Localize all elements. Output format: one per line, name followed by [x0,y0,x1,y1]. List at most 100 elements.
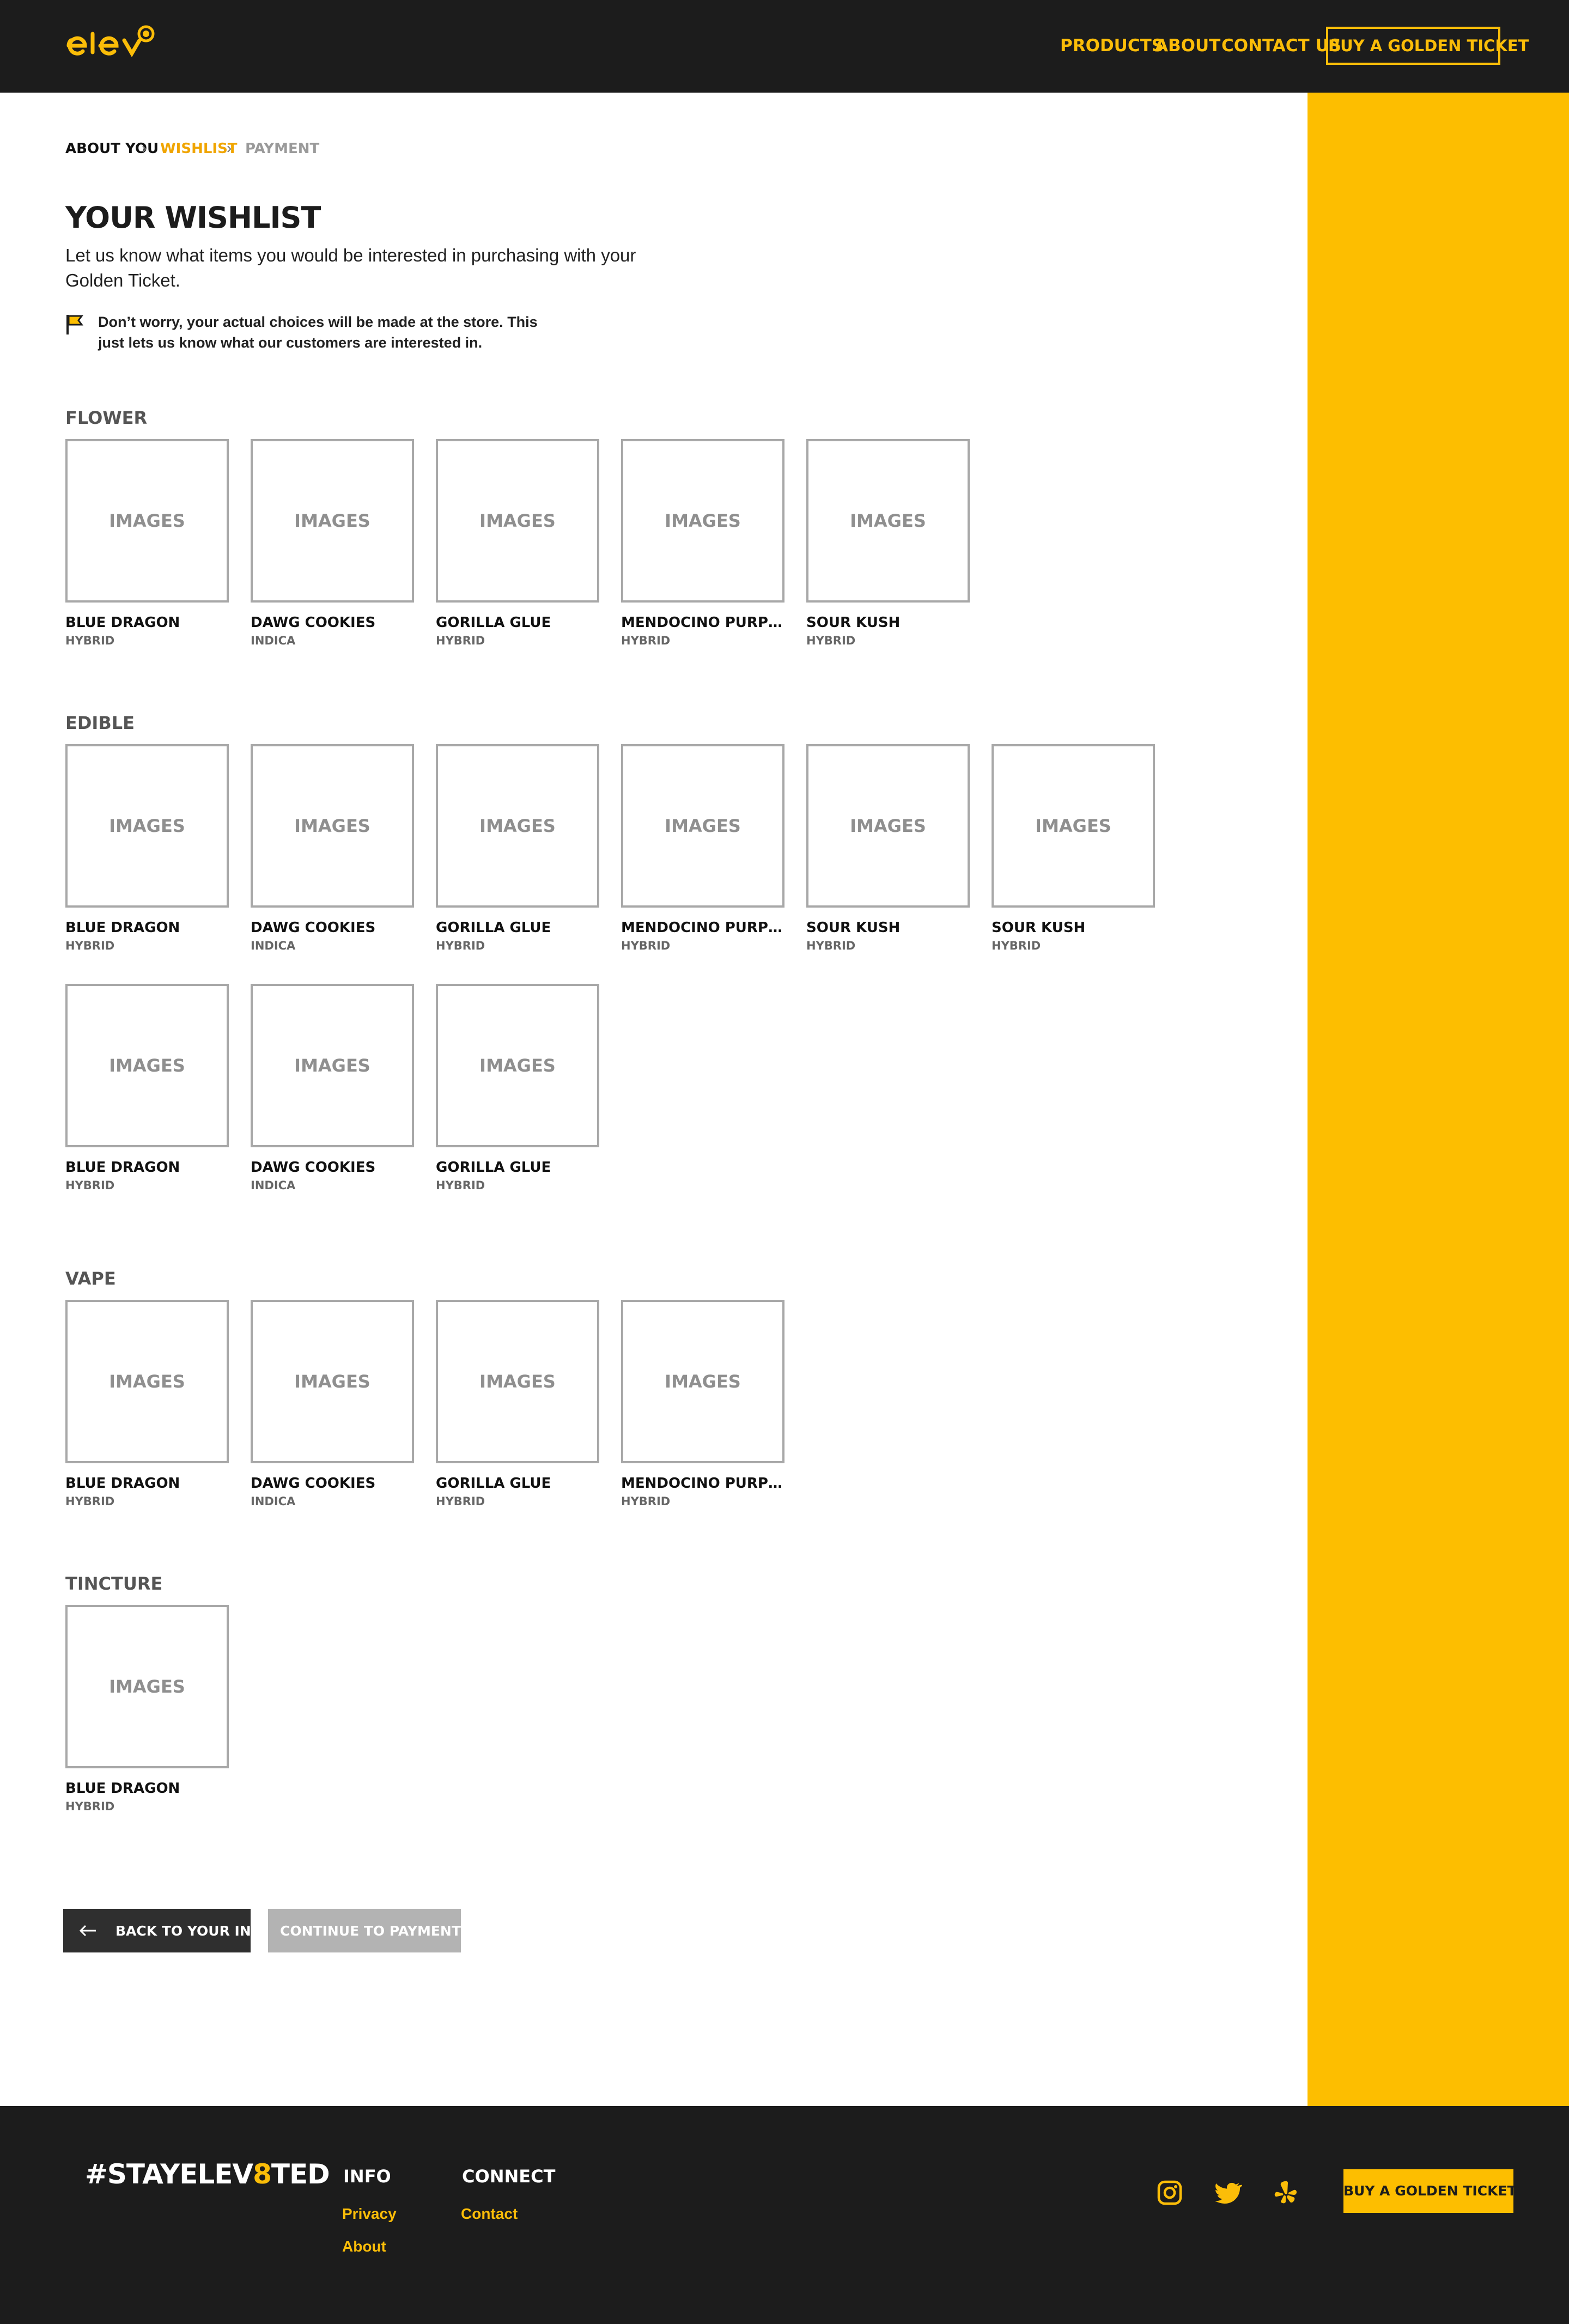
product-card[interactable]: IMAGES SOUR KUSH HYBRID [806,439,970,647]
arrow-right-icon [479,1925,496,1937]
image-placeholder-label: IMAGES [665,1371,741,1392]
site-footer [0,2106,1569,2324]
image-placeholder-label: IMAGES [665,510,741,531]
arrow-left-icon [79,1925,96,1937]
site-header: PRODUCTS ABOUT CONTACT US BUY A GOLDEN T… [0,0,1569,93]
product-card[interactable]: IMAGES BLUE DRAGON HYBRID [65,744,229,952]
product-image-placeholder[interactable]: IMAGES [65,439,229,603]
image-placeholder-label: IMAGES [109,1371,185,1392]
product-type: INDICA [251,1495,296,1508]
product-image-placeholder[interactable]: IMAGES [65,1300,229,1463]
section-title-edible: EDIBLE [65,713,135,733]
footer-info-heading: INFO [343,2166,391,2187]
back-to-info-button[interactable]: BACK TO YOUR INFO [63,1909,272,1952]
product-type: HYBRID [992,939,1041,952]
product-name: BLUE DRAGON [65,920,180,936]
product-card[interactable]: IMAGES BLUE DRAGON HYBRID [65,984,229,1192]
product-name: DAWG COOKIES [251,615,376,631]
product-name: SOUR KUSH [806,920,901,936]
product-image-placeholder[interactable]: IMAGES [436,744,599,908]
image-placeholder-label: IMAGES [109,1055,185,1076]
page-subtitle: Let us know what items you would be inte… [65,245,636,290]
footer-link-about[interactable]: About [342,2238,386,2255]
product-image-placeholder[interactable]: IMAGES [436,1300,599,1463]
product-image-placeholder[interactable]: IMAGES [806,744,970,908]
product-card[interactable]: IMAGES DAWG COOKIES INDICA [251,744,414,952]
nav-contact-us[interactable]: CONTACT US [1221,36,1341,56]
product-type: HYBRID [65,939,115,952]
product-image-placeholder[interactable]: IMAGES [65,984,229,1147]
product-image-placeholder[interactable]: IMAGES [621,439,784,603]
page-title: YOUR WISHLIST [65,200,321,235]
product-image-placeholder[interactable]: IMAGES [65,744,229,908]
product-name: BLUE DRAGON [65,1159,180,1176]
image-placeholder-label: IMAGES [850,510,926,531]
product-card[interactable]: IMAGES BLUE DRAGON HYBRID [65,439,229,647]
product-image-placeholder[interactable]: IMAGES [251,1300,414,1463]
product-name: BLUE DRAGON [65,615,180,631]
breadcrumb-wishlist[interactable]: WISHLIST [160,141,238,157]
product-card[interactable]: IMAGES DAWG COOKIES INDICA [251,1300,414,1508]
elev8-logo[interactable] [64,20,168,63]
product-image-placeholder[interactable]: IMAGES [806,439,970,603]
flag-icon [66,315,83,334]
nav-about[interactable]: ABOUT [1155,36,1220,56]
section-title-flower: FLOWER [65,407,148,428]
product-card[interactable]: IMAGES BLUE DRAGON HYBRID [65,1605,229,1813]
product-image-placeholder[interactable]: IMAGES [992,744,1155,908]
yelp-icon[interactable] [1273,2179,1300,2206]
image-placeholder-label: IMAGES [109,510,185,531]
product-type: HYBRID [436,1179,485,1192]
product-image-placeholder[interactable]: IMAGES [436,984,599,1147]
product-name: DAWG COOKIES [251,920,376,936]
back-button-label: BACK TO YOUR INFO [115,1923,272,1939]
product-card[interactable]: IMAGES BLUE DRAGON HYBRID [65,1300,229,1508]
product-card[interactable]: IMAGES GORILLA GLUE HYBRID [436,1300,599,1508]
product-image-placeholder[interactable]: IMAGES [251,744,414,908]
product-card[interactable]: IMAGES SOUR KUSH HYBRID [806,744,970,952]
twitter-icon[interactable] [1215,2179,1242,2206]
image-placeholder-label: IMAGES [479,816,556,836]
continue-to-payment-button[interactable]: CONTINUE TO PAYMENT [268,1909,496,1952]
product-image-placeholder[interactable]: IMAGES [621,1300,784,1463]
footer-link-contact[interactable]: Contact [461,2205,518,2223]
product-card[interactable]: IMAGES GORILLA GLUE HYBRID [436,439,599,647]
product-name: SOUR KUSH [806,615,901,631]
product-name: MENDOCINO PURPLE CH... [621,615,784,631]
product-image-placeholder[interactable]: IMAGES [621,744,784,908]
breadcrumb-payment: PAYMENT [245,141,320,157]
instagram-icon[interactable] [1156,2179,1183,2206]
product-card[interactable]: IMAGES MENDOCINO PURPLE CH... HYBRID [621,439,784,647]
footer-buy-golden-ticket-button[interactable]: BUY A GOLDEN TICKET [1343,2169,1517,2213]
section-title-vape: VAPE [65,1268,116,1289]
product-name: DAWG COOKIES [251,1159,376,1176]
wishlist-note: Don’t worry, your actual choices will be… [98,314,538,351]
footer-hashtag: #STAYELEV8TED [85,2158,330,2190]
image-placeholder-label: IMAGES [294,816,370,836]
product-type: HYBRID [65,1179,115,1192]
product-image-placeholder[interactable]: IMAGES [251,984,414,1147]
product-type: HYBRID [436,1495,485,1508]
product-card[interactable]: IMAGES GORILLA GLUE HYBRID [436,744,599,952]
product-card[interactable]: IMAGES GORILLA GLUE HYBRID [436,984,599,1192]
footer-link-privacy[interactable]: Privacy [342,2205,397,2223]
nav-products[interactable]: PRODUCTS [1060,36,1164,56]
product-type: INDICA [251,939,296,952]
product-card[interactable]: IMAGES MENDOCINO PURPLE CH... HYBRID [621,1300,784,1508]
product-type: HYBRID [436,939,485,952]
product-card[interactable]: IMAGES DAWG COOKIES INDICA [251,439,414,647]
product-image-placeholder[interactable]: IMAGES [251,439,414,603]
image-placeholder-label: IMAGES [479,510,556,531]
product-name: MENDOCINO PURPLE CH... [621,920,784,936]
product-name: BLUE DRAGON [65,1475,180,1492]
buy-golden-ticket-button[interactable]: BUY A GOLDEN TICKET [1326,27,1529,65]
product-type: HYBRID [621,939,671,952]
product-card[interactable]: IMAGES DAWG COOKIES INDICA [251,984,414,1192]
product-image-placeholder[interactable]: IMAGES [436,439,599,603]
product-card[interactable]: IMAGES SOUR KUSH HYBRID [992,744,1155,952]
product-card[interactable]: IMAGES MENDOCINO PURPLE CH... HYBRID [621,744,784,952]
product-type: HYBRID [65,634,115,647]
product-name: DAWG COOKIES [251,1475,376,1492]
product-image-placeholder[interactable]: IMAGES [65,1605,229,1768]
chevron-right-icon: › [227,139,232,156]
